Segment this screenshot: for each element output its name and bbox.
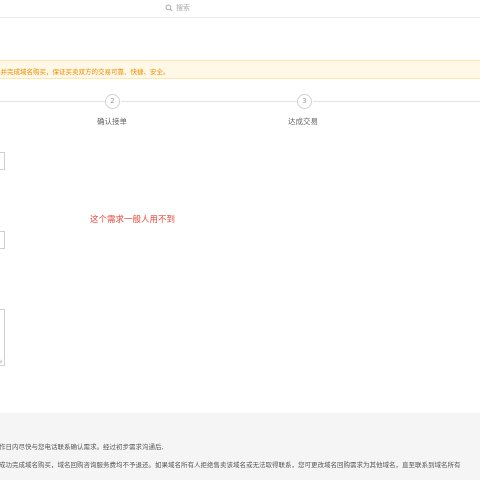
search-placeholder: 搜索 xyxy=(176,4,190,12)
search-icon xyxy=(165,4,173,12)
form-textarea[interactable] xyxy=(0,309,5,366)
footer-line-2: 成功完成域名购买，域名回购咨询服务费均不予退还。如果域名所有人拒绝售卖该域名或无… xyxy=(0,461,461,469)
step-connector xyxy=(0,101,105,102)
step-connector xyxy=(121,101,297,102)
notice-banner: 们并完成域名购买，保证买卖双方的交易可靠、快捷、安全。 xyxy=(0,60,480,79)
step-3-circle: 3 xyxy=(297,94,312,109)
search-box[interactable]: 搜索 xyxy=(165,2,190,14)
footer-line-1: 作日内尽快与您电话联系确认需求。经过初步需求沟通后, xyxy=(0,443,164,451)
resize-handle-icon[interactable] xyxy=(0,359,3,364)
annotation-text: 这个需求一般人用不到 xyxy=(90,215,176,225)
step-2-label: 确认接单 xyxy=(97,117,127,126)
form-input-2[interactable] xyxy=(0,231,5,249)
step-3-label: 达成交易 xyxy=(288,117,318,126)
form-input-1[interactable] xyxy=(0,152,5,170)
notice-text: 们并完成域名购买，保证买卖双方的交易可靠、快捷、安全。 xyxy=(0,68,170,76)
top-bar: 搜索 xyxy=(0,0,480,18)
step-connector xyxy=(313,101,480,102)
progress-steps: 2 确认接单 3 达成交易 xyxy=(0,92,480,132)
step-2-circle: 2 xyxy=(105,94,120,109)
footer-info: 作日内尽快与您电话联系确认需求。经过初步需求沟通后, 成功完成域名购买，域名回购… xyxy=(0,413,480,480)
